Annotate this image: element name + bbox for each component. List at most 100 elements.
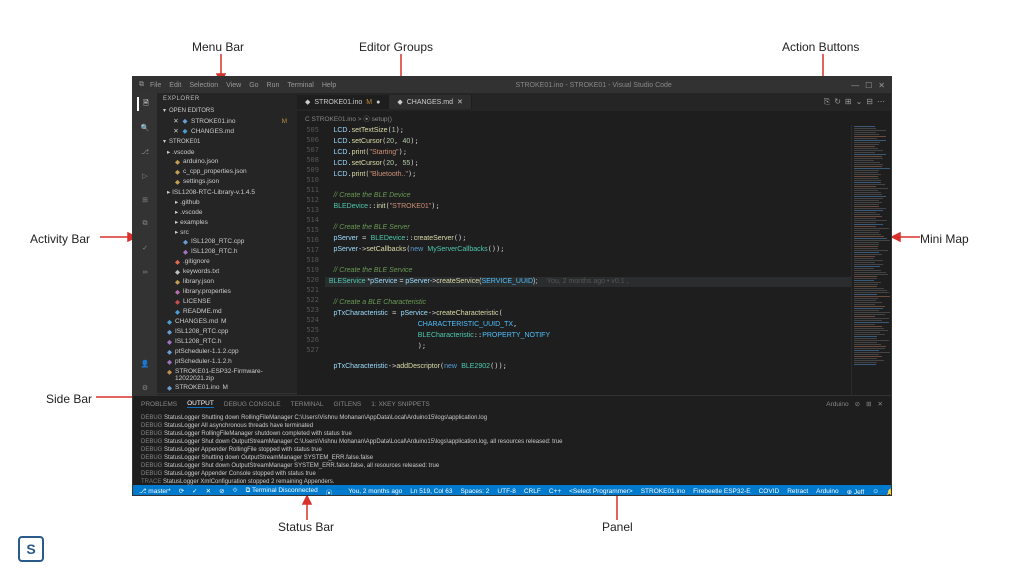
panel-output[interactable]: DEBUG StatusLogger Shutting down Rolling… [133,412,891,485]
tree-file[interactable]: ◆ README.md [157,307,297,317]
gear-icon[interactable]: ⚙ [138,381,152,395]
status-item[interactable]: ✓ [192,487,197,496]
menu-item-edit[interactable]: Edit [169,82,181,89]
project-section[interactable]: ▾ STROKE01 [157,136,297,147]
open-editor-item[interactable]: ✕◆STROKE01.inoM [157,116,297,126]
status-item[interactable]: You, 2 months ago [348,488,402,496]
tree-file[interactable]: ◆ settings.json [157,177,297,187]
tree-file[interactable]: ◆ STROKE01.inoM [157,383,297,393]
tree-file[interactable]: ◆ library.json [157,277,297,287]
tree-file[interactable]: ◆ library.properties [157,287,297,297]
status-item[interactable]: 🔔 [887,488,892,496]
menu-item-terminal[interactable]: Terminal [287,82,313,89]
panel-clear-icon[interactable]: ⊘ [855,400,860,408]
status-item[interactable]: CRLF [524,488,541,496]
label-status-bar: Status Bar [278,520,334,534]
menu-item-selection[interactable]: Selection [189,82,218,89]
tree-file[interactable]: ◆ ptScheduler-1.1.2.cpp [157,347,297,357]
tree-file[interactable]: ◆ LICENSE [157,297,297,307]
tree-folder[interactable]: ▸ src [157,227,297,237]
status-item[interactable]: ✕ [206,487,211,496]
panel-tab[interactable]: OUTPUT [187,400,214,408]
window-close-button[interactable]: ✕ [878,81,885,90]
editor-action-button[interactable]: ⊞ [845,97,852,107]
mini-map[interactable] [851,125,891,395]
arduino-icon[interactable]: ∞ [138,265,152,279]
tree-file[interactable]: ◆ CHANGES.mdM [157,317,297,327]
panel-tab[interactable]: TERMINAL [291,401,324,408]
editor-tab[interactable]: ◆STROKE01.ino M● [297,95,389,109]
tree-file[interactable]: ◆ ISL1208_RTC.h [157,247,297,257]
status-item[interactable]: UTF-8 [497,488,515,496]
status-item[interactable]: Arduino [816,488,838,496]
editor-action-button[interactable]: ⋯ [877,97,885,107]
remote-icon[interactable]: ⧉ [138,217,152,231]
panel-close-icon[interactable]: ✕ [878,400,883,408]
editor-tab[interactable]: ◆CHANGES.md✕ [389,95,472,109]
tree-folder[interactable]: ▸ .vscode [157,147,297,157]
status-item[interactable]: Firebeetle ESP32-E [693,488,750,496]
status-item[interactable]: C++ [549,488,561,496]
open-editors-section[interactable]: ▾ OPEN EDITORS [157,105,297,116]
open-editor-item[interactable]: ✕◆CHANGES.md [157,126,297,136]
test-icon[interactable]: ✓ [138,241,152,255]
status-item[interactable]: ⦿ [326,487,333,496]
extensions-icon[interactable]: ⊞ [138,193,152,207]
status-item[interactable]: ⟐ [233,487,238,496]
status-item[interactable]: Ln 519, Col 63 [410,488,452,496]
panel-tab[interactable]: 1: XKEY SNIPPETS [371,401,429,408]
status-item[interactable]: ⊕ Jeff [847,488,865,496]
tree-folder[interactable]: ▸ .vscode [157,207,297,217]
source-control-icon[interactable]: ⎇ [138,145,152,159]
status-item[interactable]: COVID [759,488,780,496]
tree-file[interactable]: ◆ c_cpp_properties.json [157,167,297,177]
tree-file[interactable]: ◆ arduino.json [157,157,297,167]
tree-file[interactable]: ◆ STROKE01-ESP32-Firmware-12022021.zip [157,367,297,383]
search-icon[interactable]: 🔍 [138,121,152,135]
window-minimize-button[interactable]: — [851,81,859,90]
breadcrumb[interactable]: C STROKE01.ino > ⦿ setup() [297,111,891,125]
status-item[interactable]: <Select Programmer> [569,488,633,496]
panel-tab[interactable]: PROBLEMS [141,401,177,408]
tree-file[interactable]: ◆ keywords.txt [157,267,297,277]
status-item[interactable]: ⟳ [179,487,184,496]
tree-folder[interactable]: ▸ examples [157,217,297,227]
editor-action-button[interactable]: ⎘ [824,97,830,107]
status-item[interactable]: ⊘ [219,487,224,496]
menu-item-run[interactable]: Run [267,82,280,89]
explorer-icon[interactable]: 🗎 [137,97,151,111]
status-item[interactable]: ☺ [872,488,879,496]
code-editor[interactable]: LCD.setTextSize(1); LCD.setCursor(20, 40… [325,125,851,395]
status-item[interactable]: ⎇ master* [139,487,171,496]
status-item[interactable]: ⧉ Terminal Disconnected [246,487,318,496]
editor-action-button[interactable]: ↻ [834,97,841,107]
run-debug-icon[interactable]: ▷ [138,169,152,183]
sidebar-header: EXPLORER [157,93,297,105]
panel-channel[interactable]: Arduino [826,401,848,408]
menu-item-file[interactable]: File [150,82,161,89]
menu-item-view[interactable]: View [226,82,241,89]
tree-file[interactable]: ◆ .gitignore [157,257,297,267]
tree-file[interactable]: ◆ ptScheduler-1.1.2.h [157,357,297,367]
menu-item-go[interactable]: Go [249,82,258,89]
panel-tab[interactable]: GITLENS [333,401,361,408]
status-item[interactable]: Spaces: 2 [461,488,490,496]
panel-maximize-icon[interactable]: ⊞ [866,400,871,408]
tree-folder[interactable]: ▸ .github [157,197,297,207]
panel-tab[interactable]: DEBUG CONSOLE [224,401,281,408]
vscode-icon: ⧉ [139,81,144,89]
tree-folder[interactable]: ▸ ISL1208-RTC-Library-v.1.4.5 [157,187,297,197]
editor-action-button[interactable]: ⊟ [866,97,873,107]
status-item[interactable]: Retract [787,488,808,496]
window-maximize-button[interactable]: ☐ [865,81,872,90]
status-item[interactable]: STROKE01.ino [641,488,685,496]
tree-file[interactable]: ◆ ISL1208_RTC.cpp [157,327,297,337]
editor-group: ◆STROKE01.ino M●◆CHANGES.md✕ ⎘ ↻ ⊞ ⌄⊟ ⋯ C ST… [297,93,891,395]
tree-file[interactable]: ◆ ISL1208_RTC.h [157,337,297,347]
menu-item-help[interactable]: Help [322,82,336,89]
account-icon[interactable]: 👤 [138,357,152,371]
sidebar-section[interactable]: ▸ OUTLINE [157,393,297,395]
line-gutter: 5055065075085095105115125135145155165175… [297,125,325,395]
editor-action-button[interactable]: ⌄ [856,97,863,107]
tree-file[interactable]: ◆ ISL1208_RTC.cpp [157,237,297,247]
